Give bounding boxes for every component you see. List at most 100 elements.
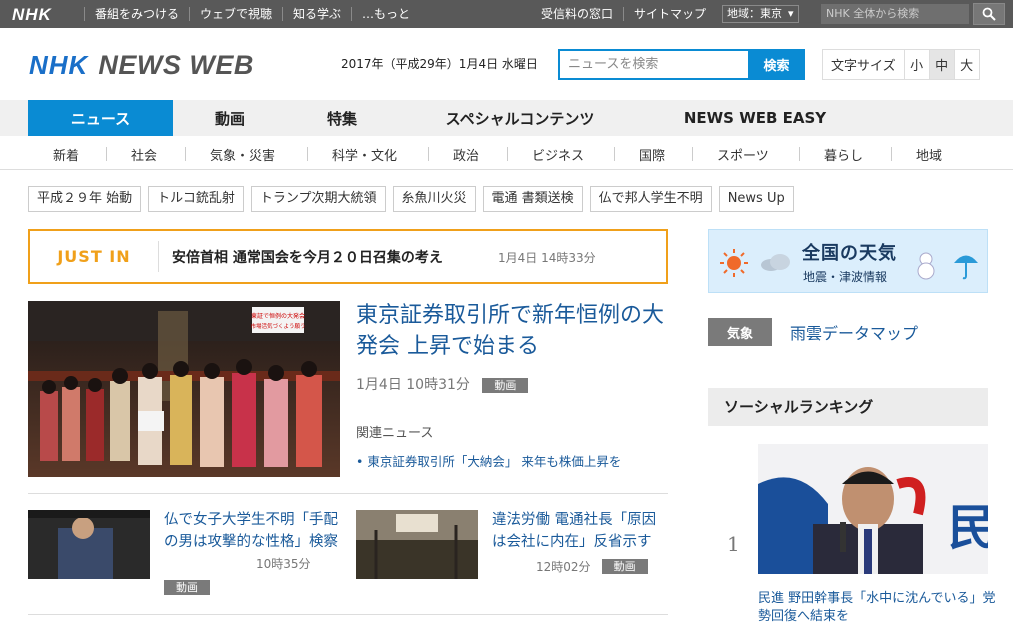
search-icon [982, 7, 996, 21]
related-news-heading: 関連ニュース [356, 426, 434, 441]
video-badge: 動画 [601, 559, 648, 574]
topic-tag[interactable]: トランプ次期大統領 [250, 186, 386, 212]
nav-divider [106, 147, 107, 161]
story-image[interactable] [28, 510, 150, 579]
ranking-title[interactable]: 民進 野田幹事長「水中に沈んでいる」党勢回復へ結束を [758, 590, 998, 626]
global-nav-item[interactable]: ウェブで視聴 [189, 7, 282, 21]
just-in-headline[interactable]: 安倍首相 通常国会を今月２０日召集の考え [172, 247, 443, 267]
story-image[interactable] [356, 510, 478, 579]
category-science-culture[interactable]: 科学・文化 [332, 145, 397, 164]
global-search-button[interactable] [973, 3, 1005, 25]
weather-badge: 気象 [708, 318, 772, 346]
news-search: ニュースを検索 検索 [558, 49, 805, 80]
region-select[interactable]: 地域：東京 ▾ [722, 5, 799, 23]
region-label: 地域：東京 [727, 7, 783, 20]
social-ranking-heading: ソーシャルランキング [708, 388, 988, 426]
video-badge: 動画 [482, 377, 529, 393]
topic-tag[interactable]: News Up [718, 186, 794, 212]
category-business[interactable]: ビジネス [532, 145, 584, 164]
category-living[interactable]: 暮らし [824, 145, 863, 164]
just-in-time: 1月4日 14時33分 [498, 251, 596, 265]
topic-tag[interactable]: 仏で邦人学生不明 [589, 186, 712, 212]
kimono-ceremony-illustration: 東証で恒例の大発会 市場活気づくよう願う [28, 301, 340, 477]
divider [28, 493, 668, 494]
weather-banner[interactable]: 全国の天気 地震・津波情報 [708, 229, 988, 293]
logo-nhk: NHK [29, 50, 89, 80]
related-news-link[interactable]: • 東京証券取引所「大納会」 来年も株価上昇を [356, 451, 621, 470]
tab-special-contents[interactable]: スペシャルコンテンツ [430, 100, 610, 136]
font-size-medium[interactable]: 中 [928, 50, 954, 79]
global-nav-item[interactable]: 番組をみつける [84, 7, 189, 21]
top-story-meta: 1月4日 10時31分 動画 [356, 374, 529, 394]
nav-divider [428, 147, 429, 161]
divider [158, 241, 159, 272]
news-web-logo[interactable]: NHK NEWS WEB [29, 50, 254, 81]
nav-divider [507, 147, 508, 161]
topic-tag[interactable]: 糸魚川火災 [392, 186, 476, 212]
sign-text-1: 東証で恒例の大発会 [251, 312, 305, 320]
category-international[interactable]: 国際 [639, 145, 665, 164]
tab-news-web-easy[interactable]: NEWS WEB EASY [670, 100, 840, 136]
umbrella-icon [954, 255, 978, 280]
story-time: 12時02分 [536, 560, 591, 574]
global-right-nav: 受信料の窓口 サイトマップ 地域：東京 ▾ [531, 0, 799, 28]
top-story-title[interactable]: 東京証券取引所で新年恒例の大発会 上昇で始まる [356, 300, 666, 362]
story-time: 10時35分 [256, 557, 311, 571]
category-region[interactable]: 地域 [916, 145, 942, 164]
chevron-down-icon: ▾ [788, 7, 794, 20]
ranking-image-text: 民 [948, 500, 988, 556]
nav-divider [185, 147, 186, 161]
global-search-input[interactable]: NHK 全体から検索 [821, 4, 969, 24]
tab-news[interactable]: ニュース [28, 100, 173, 136]
category-society[interactable]: 社会 [131, 145, 157, 164]
rank-number: 1 [727, 532, 740, 556]
topic-tag[interactable]: トルコ銃乱射 [148, 186, 244, 212]
topic-tags: 平成２９年 始動 トルコ銃乱射 トランプ次期大統領 糸魚川火災 電通 書類送検 … [28, 186, 794, 212]
category-latest[interactable]: 新着 [53, 145, 79, 164]
story-meta: 12時02分 動画 [536, 556, 648, 575]
politician-portrait-illustration: 民 [758, 444, 988, 574]
topic-tag[interactable]: 平成２９年 始動 [28, 186, 142, 212]
main-nav: ニュース 動画 特集 スペシャルコンテンツ NEWS WEB EASY [0, 100, 1013, 136]
sign-text-2: 市場活気づくよう願う [250, 322, 305, 330]
weather-radar-row: 気象 雨雲データマップ [708, 318, 918, 346]
category-politics[interactable]: 政治 [453, 145, 479, 164]
current-date: 2017年（平成29年）1月4日 水曜日 [341, 57, 538, 71]
topic-tag[interactable]: 電通 書類送検 [482, 186, 583, 212]
nav-divider [692, 147, 693, 161]
site-header: NHK NEWS WEB 2017年（平成29年）1月4日 水曜日 ニュースを検… [0, 28, 1013, 100]
story-title[interactable]: 違法労働 電通社長「原因は会社に内在」反省示す [492, 509, 670, 553]
cloud-icon [761, 254, 790, 271]
nav-divider [614, 147, 615, 161]
nhk-global-logo[interactable]: NHK [12, 5, 52, 25]
sitemap-link[interactable]: サイトマップ [623, 7, 716, 21]
news-search-input[interactable]: ニュースを検索 [558, 49, 748, 80]
category-sports[interactable]: スポーツ [717, 145, 769, 164]
global-nav-item[interactable]: …もっと [351, 7, 420, 21]
weather-title: 全国の天気 [802, 243, 897, 264]
sun-icon [720, 249, 748, 277]
snowman-icon [917, 252, 935, 280]
weather-subtitle: 地震・津波情報 [803, 270, 888, 284]
logo-newsweb: NEWS WEB [98, 50, 254, 80]
nav-divider [307, 147, 308, 161]
font-size-large[interactable]: 大 [953, 50, 979, 79]
video-badge: 動画 [164, 580, 210, 595]
office-building-illustration [356, 510, 478, 579]
global-nav: 番組をみつける ウェブで視聴 知る学ぶ …もっと [84, 0, 420, 28]
global-nav-item[interactable]: 知る学ぶ [282, 7, 351, 21]
rain-cloud-map-link[interactable]: 雨雲データマップ [790, 320, 918, 344]
font-size-small[interactable]: 小 [903, 50, 929, 79]
tab-video[interactable]: 動画 [190, 100, 270, 136]
top-story-time: 1月4日 10時31分 [356, 377, 470, 393]
tab-features[interactable]: 特集 [300, 100, 384, 136]
story-title[interactable]: 仏で女子大学生不明「手配の男は攻撃的な性格」検察 [164, 509, 342, 553]
category-weather-disaster[interactable]: 気象・災害 [210, 145, 275, 164]
ranking-image[interactable]: 民 [758, 444, 988, 574]
press-conference-illustration [28, 510, 150, 579]
top-story-image[interactable]: 東証で恒例の大発会 市場活気づくよう願う [28, 301, 340, 477]
just-in-banner[interactable]: JUST IN 安倍首相 通常国会を今月２０日召集の考え 1月4日 14時33分 [28, 229, 668, 284]
news-search-button[interactable]: 検索 [748, 49, 805, 80]
font-size-label: 文字サイズ [831, 59, 896, 74]
receiving-fee-link[interactable]: 受信料の窓口 [531, 7, 623, 21]
